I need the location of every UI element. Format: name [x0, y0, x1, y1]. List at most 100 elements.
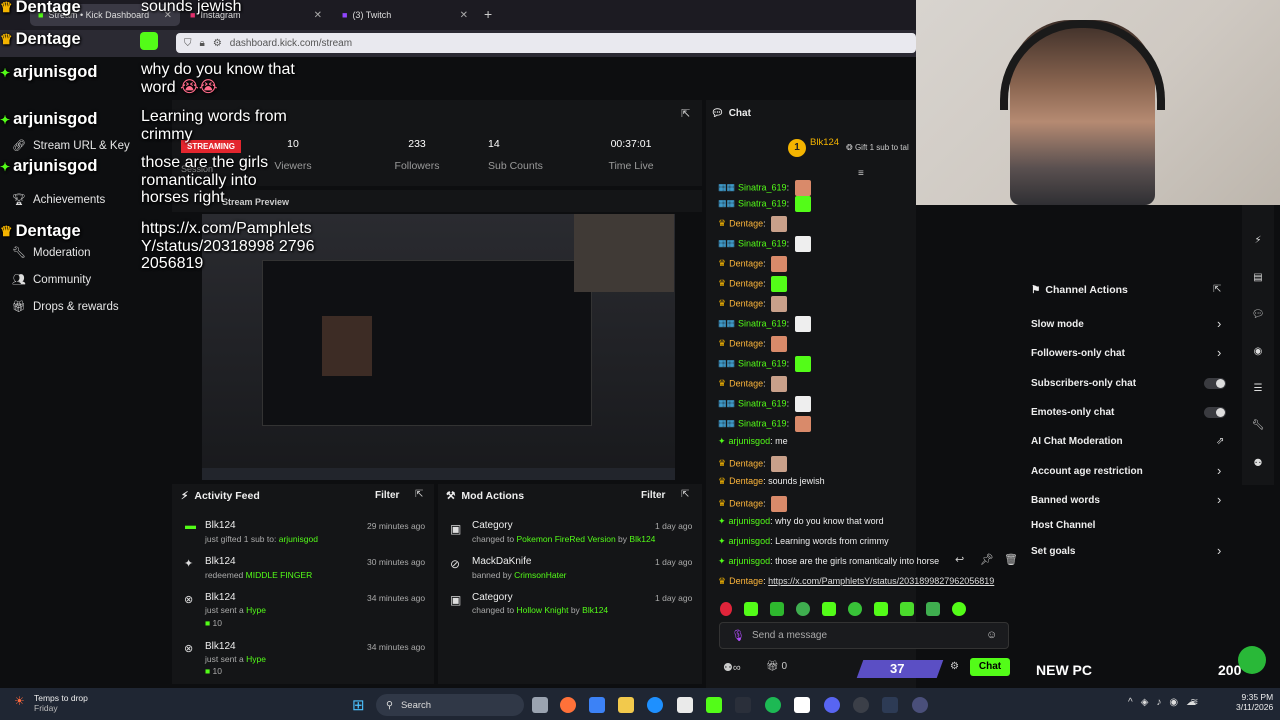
- action-followers-only[interactable]: Followers-only chat: [1031, 348, 1125, 359]
- close-icon[interactable]: ✕: [314, 10, 322, 21]
- chat-message[interactable]: ▦▦ Sinatra_619:: [718, 396, 811, 412]
- expand-icon[interactable]: ⇱: [415, 489, 423, 500]
- file-explorer-icon[interactable]: [618, 697, 634, 713]
- broadcast-icon[interactable]: ◉: [1251, 346, 1265, 357]
- chat-message[interactable]: ▦▦ Sinatra_619:: [718, 236, 811, 252]
- gift-sub-button[interactable]: ❂ Gift 1 sub to tal: [846, 143, 909, 152]
- bolt-icon[interactable]: ⚡︎: [1251, 235, 1265, 246]
- chat-username[interactable]: Sinatra_619: [738, 182, 787, 192]
- emote-icon[interactable]: [952, 602, 966, 616]
- chat-icon[interactable]: 💬︎: [1251, 309, 1265, 320]
- chat-username[interactable]: arjunisgod: [729, 516, 771, 526]
- activity-filter-button[interactable]: Filter: [375, 490, 399, 501]
- emotes-only-toggle[interactable]: [1204, 407, 1226, 418]
- emote-icon[interactable]: [822, 602, 836, 616]
- chat-username[interactable]: Dentage: [729, 278, 763, 288]
- action-emotes-only[interactable]: Emotes-only chat: [1031, 407, 1114, 418]
- chat-username[interactable]: Dentage: [729, 458, 763, 468]
- kick-app-icon[interactable]: [706, 697, 722, 713]
- action-slow-mode[interactable]: Slow mode: [1031, 319, 1084, 330]
- chat-message[interactable]: ✦ arjunisgod: Learning words from crimmy: [718, 536, 889, 547]
- chat-message[interactable]: ♛ Dentage:: [718, 456, 788, 472]
- chevron-right-icon[interactable]: ›: [1217, 543, 1221, 558]
- app-icon[interactable]: [912, 697, 928, 713]
- pinned-gifter-name[interactable]: Blk124: [810, 137, 839, 148]
- new-tab-plus-icon[interactable]: +: [484, 6, 492, 22]
- chat-username[interactable]: Sinatra_619: [738, 198, 787, 208]
- copilot-icon[interactable]: [589, 697, 605, 713]
- clock[interactable]: 9:35 PM 3/11/2026: [1236, 692, 1273, 712]
- emote-icon[interactable]: [874, 602, 888, 616]
- emoji-icon[interactable]: ☺: [986, 629, 997, 641]
- tab-twitch[interactable]: ■ (3) Twitch ✕: [334, 4, 476, 26]
- emote-icon[interactable]: [848, 602, 862, 616]
- sidebar-item-achievements[interactable]: 🏆︎ Achievements: [12, 193, 105, 207]
- chat-username[interactable]: Dentage: [729, 576, 763, 586]
- action-host-channel[interactable]: Host Channel: [1031, 520, 1095, 531]
- weather-widget[interactable]: Temps to drop Friday: [34, 693, 88, 713]
- chat-message[interactable]: ▦▦ Sinatra_619:: [718, 416, 811, 432]
- app-icon[interactable]: [794, 697, 810, 713]
- chat-username[interactable]: Sinatra_619: [738, 398, 787, 408]
- mod-filter-button[interactable]: Filter: [641, 490, 665, 501]
- chat-username[interactable]: Sinatra_619: [738, 318, 787, 328]
- chat-username[interactable]: Sinatra_619: [738, 358, 787, 368]
- chat-username[interactable]: arjunisgod: [729, 436, 771, 446]
- chat-message[interactable]: ♛ Dentage:: [718, 216, 788, 232]
- list-icon[interactable]: ☰: [1251, 383, 1265, 394]
- chat-message[interactable]: ♛ Dentage:: [718, 496, 788, 512]
- address-bar[interactable]: ⛉ 🔒︎ ⚙ dashboard.kick.com/stream: [176, 33, 916, 53]
- close-icon[interactable]: ✕: [460, 10, 468, 21]
- chat-message[interactable]: ♛ Dentage:: [718, 276, 788, 292]
- chat-message[interactable]: ▦▦ Sinatra_619:: [718, 316, 811, 332]
- action-banned-words[interactable]: Banned words: [1031, 495, 1100, 506]
- chat-message[interactable]: ♛ Dentage:: [718, 296, 788, 312]
- action-subscribers-only[interactable]: Subscribers-only chat: [1031, 378, 1136, 389]
- emote-icon[interactable]: [900, 602, 914, 616]
- chat-message[interactable]: ♛ Dentage:: [718, 376, 788, 392]
- chat-username[interactable]: Dentage: [729, 218, 763, 228]
- chevron-right-icon[interactable]: ›: [1217, 492, 1221, 507]
- sidebar-item-stream-url[interactable]: 🔗︎ Stream URL & Key: [12, 139, 130, 153]
- emote-icon[interactable]: [720, 602, 732, 616]
- wrench-icon[interactable]: 🔧︎: [1251, 420, 1265, 431]
- emote-icon[interactable]: [744, 602, 758, 616]
- document-icon[interactable]: ▤: [1251, 272, 1265, 283]
- sidebar-item-drops[interactable]: 🎁︎ Drops & rewards: [12, 300, 119, 314]
- pin-icon[interactable]: 📌︎: [980, 553, 994, 566]
- emote-icon[interactable]: [796, 602, 810, 616]
- wifi-icon[interactable]: ≋: [1190, 697, 1198, 708]
- chevron-right-icon[interactable]: ›: [1217, 345, 1221, 360]
- chat-users-icon[interactable]: ⚉∞: [723, 661, 741, 674]
- windows-start-icon[interactable]: ⊞: [352, 696, 365, 714]
- action-ai-moderation[interactable]: AI Chat Moderation: [1031, 436, 1123, 447]
- chat-settings-icon[interactable]: ⚙: [950, 661, 959, 672]
- chat-message[interactable]: ✦ arjunisgod: me: [718, 436, 788, 447]
- chat-username[interactable]: Dentage: [729, 378, 763, 388]
- sidebar-item-community[interactable]: 👥︎ Community: [12, 273, 91, 287]
- chevron-right-icon[interactable]: ›: [1217, 316, 1221, 331]
- action-account-age[interactable]: Account age restriction: [1031, 466, 1143, 477]
- delete-icon[interactable]: 🗑︎: [1004, 553, 1018, 566]
- chat-message[interactable]: ✦ arjunisgod: why do you know that word: [718, 516, 884, 527]
- store-icon[interactable]: [677, 697, 693, 713]
- emote-icon[interactable]: [770, 602, 784, 616]
- chat-message[interactable]: ✦ arjunisgod: those are the girls romanti…: [718, 556, 939, 567]
- send-chat-button[interactable]: Chat: [970, 658, 1010, 676]
- chat-message[interactable]: ▦▦ Sinatra_619:: [718, 196, 811, 212]
- chat-message[interactable]: ▦▦ Sinatra_619:: [718, 180, 811, 196]
- chat-message[interactable]: ▦▦ Sinatra_619:: [718, 356, 811, 372]
- scroll-down-icon[interactable]: ≡: [858, 168, 864, 179]
- chat-username[interactable]: Dentage: [729, 498, 763, 508]
- expand-icon[interactable]: ⇱: [681, 107, 690, 120]
- reply-icon[interactable]: ↩: [955, 553, 964, 566]
- expand-icon[interactable]: ⇱: [681, 489, 689, 500]
- sidebar-item-moderation[interactable]: 🔧︎ Moderation: [12, 246, 91, 260]
- chat-username[interactable]: Dentage: [729, 298, 763, 308]
- chevron-right-icon[interactable]: ›: [1217, 463, 1221, 478]
- obs-icon[interactable]: [853, 697, 869, 713]
- mic-icon[interactable]: 🎙︎: [731, 629, 745, 642]
- chat-message[interactable]: ♛ Dentage: sounds jewish: [718, 476, 825, 487]
- chat-username[interactable]: Dentage: [729, 338, 763, 348]
- chat-message[interactable]: ♛ Dentage:: [718, 336, 788, 352]
